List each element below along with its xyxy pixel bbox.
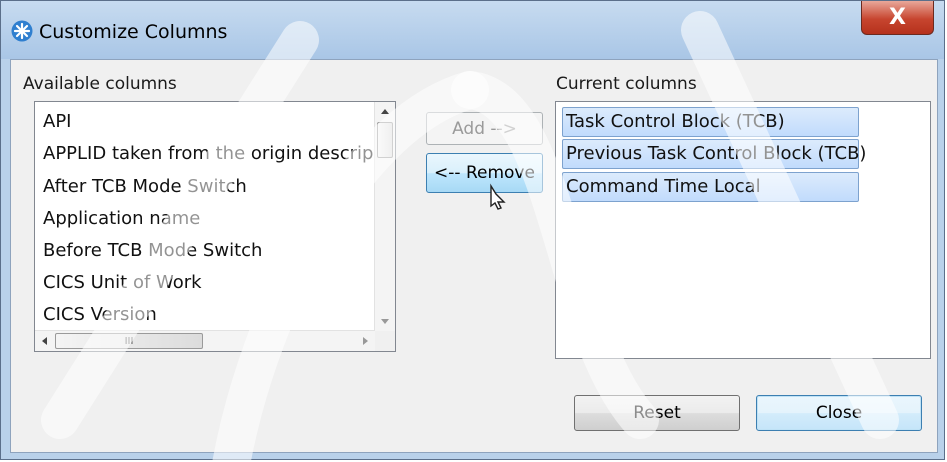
asterisk-icon [11,20,33,42]
list-item[interactable]: APPLID taken from the origin descripto [43,143,392,164]
list-item[interactable]: After TCB Mode Switch [43,176,247,197]
list-item-selected[interactable]: Previous Task Control Block (TCB) [562,139,866,169]
horizontal-scrollbar[interactable]: III [35,330,375,351]
scroll-corner [375,331,395,351]
vertical-scroll-thumb[interactable] [377,122,393,158]
list-item[interactable]: Application name [43,208,200,229]
scroll-left-arrow-icon[interactable] [42,337,47,345]
title-bar[interactable]: Customize Columns X [1,1,944,59]
reset-button[interactable]: Reset [574,395,740,431]
list-item[interactable]: Before TCB Mode Switch [43,240,262,261]
scroll-right-arrow-icon[interactable] [363,337,368,345]
add-button[interactable]: Add --> [426,112,543,145]
scroll-down-arrow-icon[interactable] [381,319,389,324]
dialog-body: Available columns API APPLID taken from … [10,59,938,453]
close-window-button[interactable]: X [861,1,934,35]
list-item-selected[interactable]: Command Time Local [562,172,859,202]
list-item[interactable]: CICS Unit of Work [43,272,202,293]
dialog-title: Customize Columns [39,21,228,43]
pointer-cursor-icon [490,183,506,210]
available-columns-label: Available columns [23,74,177,94]
list-item-selected[interactable]: Task Control Block (TCB) [562,107,859,137]
vertical-scrollbar[interactable] [374,102,395,331]
current-columns-label: Current columns [556,74,697,94]
horizontal-scroll-thumb[interactable]: III [55,333,203,349]
current-columns-list[interactable]: Task Control Block (TCB) Previous Task C… [555,101,931,359]
customize-columns-dialog: Customize Columns X Available columns AP… [0,0,945,460]
scroll-up-arrow-icon[interactable] [381,109,389,114]
close-icon: X [889,5,906,30]
list-item[interactable]: CICS Version [43,304,157,325]
available-columns-list[interactable]: API APPLID taken from the origin descrip… [34,101,396,352]
list-item[interactable]: API [43,111,71,132]
close-button[interactable]: Close [756,395,922,431]
